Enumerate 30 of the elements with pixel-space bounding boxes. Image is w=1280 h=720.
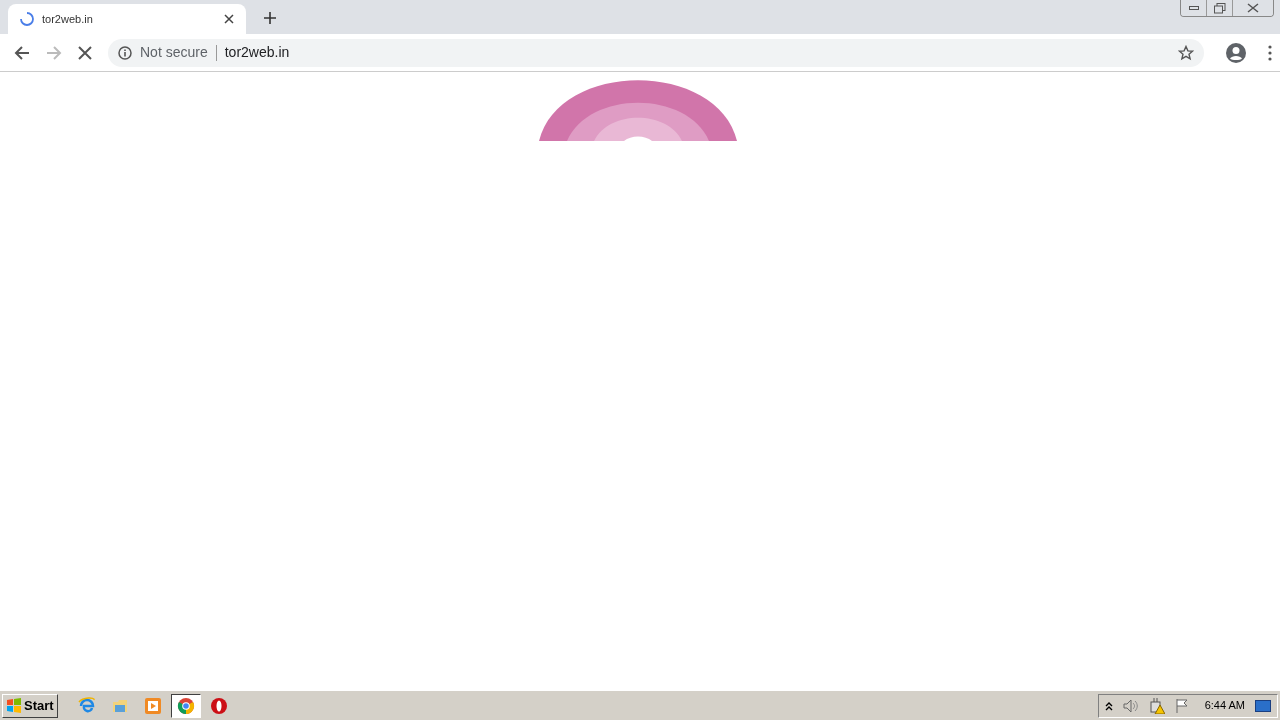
close-icon <box>1247 3 1259 13</box>
close-icon[interactable] <box>224 14 234 24</box>
flag-icon[interactable] <box>1174 697 1189 714</box>
stop-icon[interactable] <box>78 45 92 60</box>
new-tab-icon[interactable] <box>264 12 276 24</box>
clock-text: 6:44 AM <box>1204 698 1245 714</box>
taskbar-button[interactable] <box>170 693 201 718</box>
speaker-icon[interactable] <box>1122 698 1139 713</box>
browser-circle-icon <box>176 696 195 715</box>
menu-icon[interactable] <box>1268 44 1272 61</box>
windows-logo-icon <box>6 697 22 714</box>
info-icon[interactable] <box>118 45 132 60</box>
chevron-up-icon[interactable] <box>1104 700 1113 711</box>
security-label: Not secure <box>140 43 208 62</box>
play-icon <box>143 696 162 715</box>
browser-tab[interactable]: tor2web.in <box>8 4 246 34</box>
minimize-button[interactable] <box>1181 0 1207 16</box>
url-text: tor2web.in <box>224 43 290 62</box>
back-icon[interactable] <box>14 44 30 61</box>
show-desktop-button[interactable] <box>1255 699 1271 712</box>
restore-icon <box>1213 2 1226 14</box>
minimize-icon <box>1188 6 1199 10</box>
browser-e-icon <box>77 696 96 715</box>
address-bar[interactable]: Not secure tor2web.in <box>108 38 1204 67</box>
browser-o-icon <box>209 696 228 715</box>
tab-title: tor2web.in <box>42 11 94 27</box>
profile-icon[interactable] <box>1226 42 1246 63</box>
network-warning-icon[interactable] <box>1148 697 1165 714</box>
bookmark-star-icon[interactable] <box>1178 44 1194 61</box>
start-button[interactable]: Start <box>2 693 58 718</box>
